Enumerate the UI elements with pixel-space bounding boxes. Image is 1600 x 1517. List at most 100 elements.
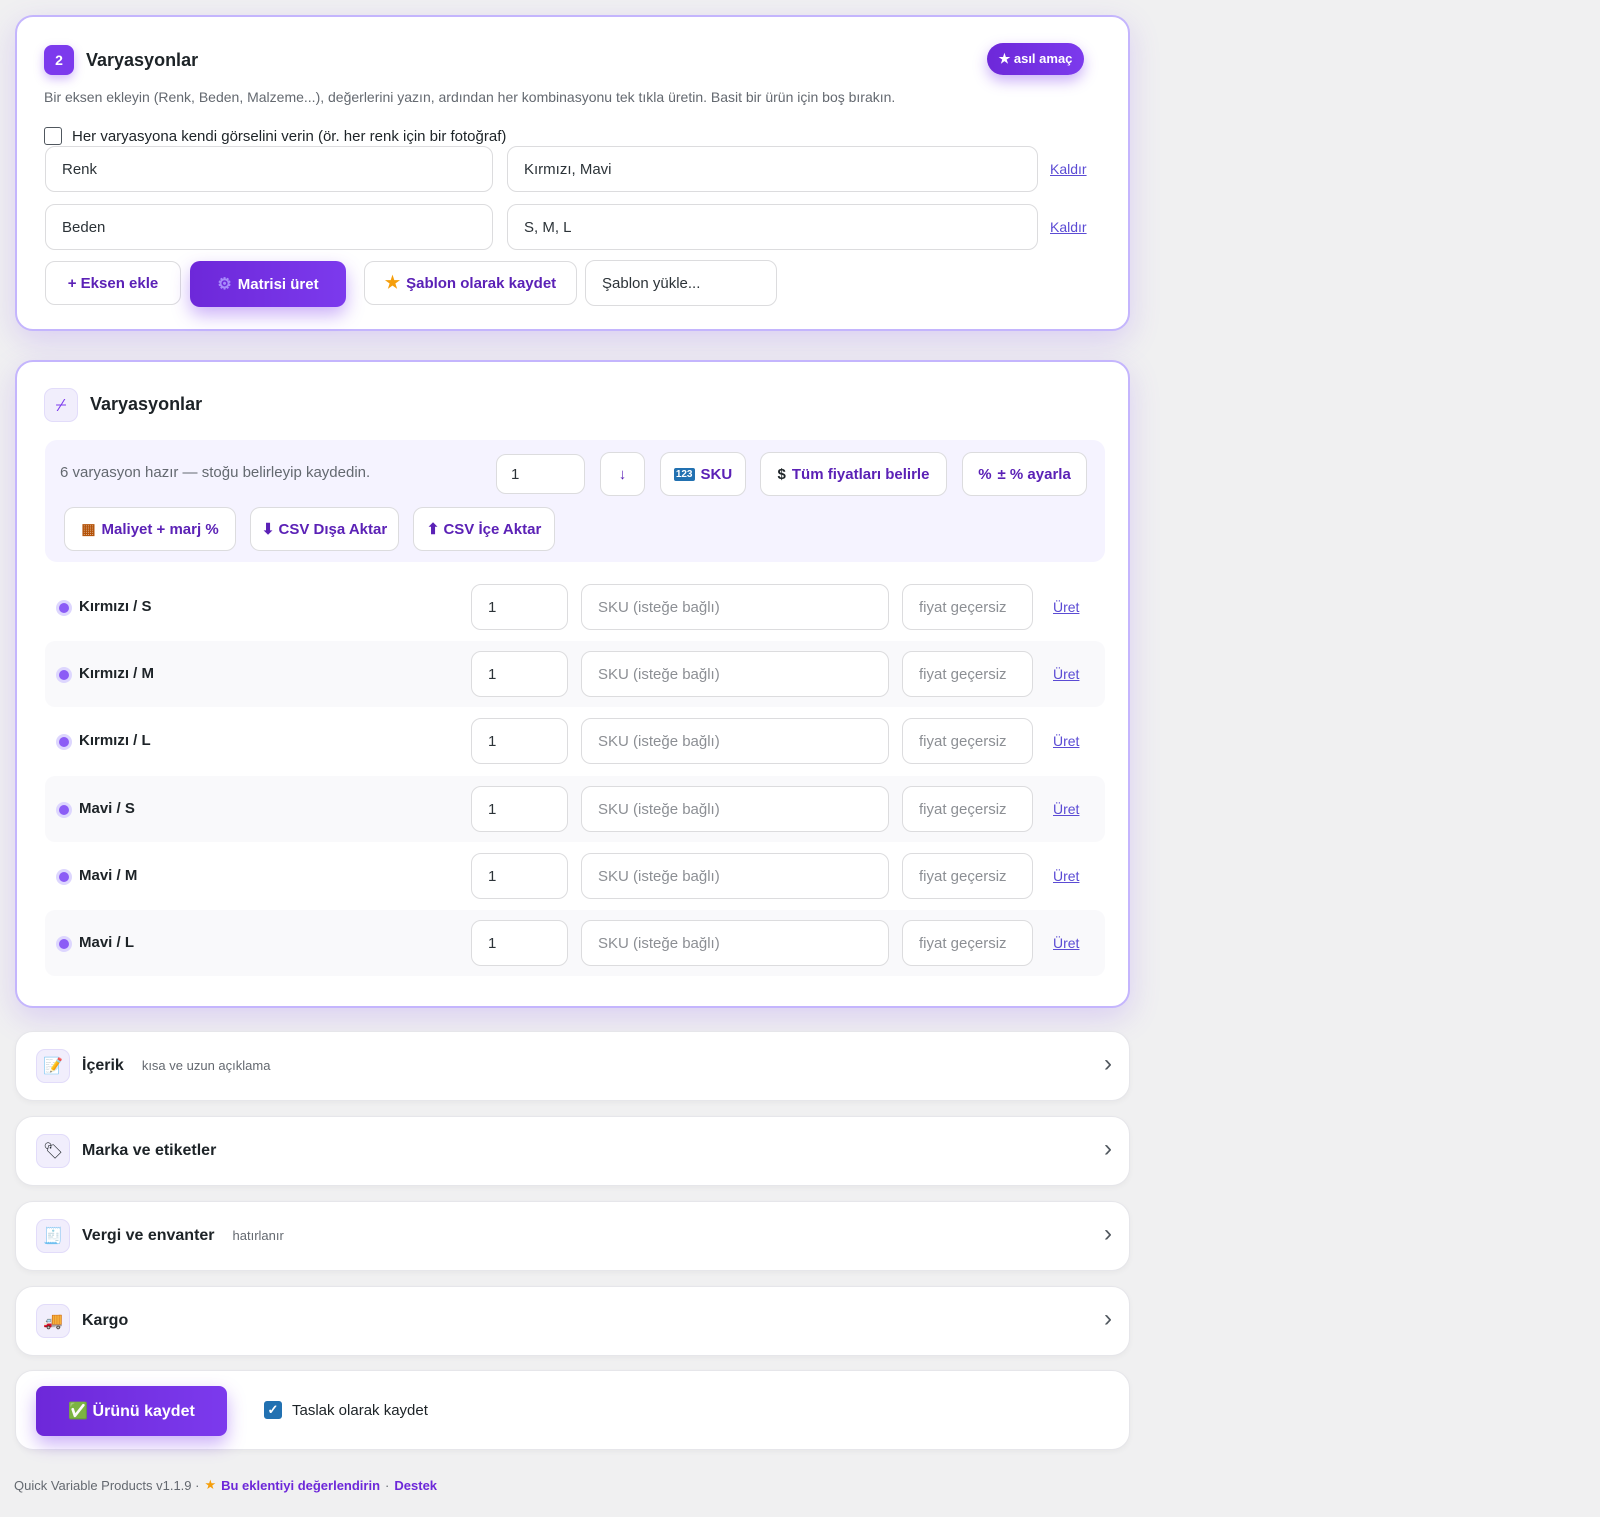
price-input[interactable]: fiyat geçersiz (902, 786, 1033, 832)
accordion-section[interactable]: 🏷 Marka ve etiketler › (15, 1116, 1130, 1186)
axis-name-input[interactable]: Beden (45, 204, 493, 250)
generate-sku-link[interactable]: Üret (1053, 868, 1079, 884)
section-heading: Vergi ve envanter hatırlanır (82, 1227, 284, 1245)
generate-matrix-label: Matrisi üret (237, 275, 319, 293)
load-template-select[interactable]: Şablon yükle... (585, 260, 777, 306)
price-input[interactable]: fiyat geçersiz (902, 920, 1033, 966)
percent-icon: % (978, 465, 992, 483)
cost-margin-button[interactable]: ▦ Maliyet + marj % (64, 507, 236, 551)
status-dot (59, 872, 69, 882)
sku-input[interactable]: SKU (isteğe bağlı) (581, 786, 889, 832)
set-all-prices-button[interactable]: $ Tüm fiyatları belirle (760, 452, 947, 496)
variation-label: Mavi / S (79, 800, 135, 817)
sku-input[interactable]: SKU (isteğe bağlı) (581, 853, 889, 899)
price-input[interactable]: fiyat geçersiz (902, 853, 1033, 899)
main-goal-badge: ★ asıl amaç (987, 43, 1084, 75)
variation-row: Mavi / L 1 SKU (isteğe bağlı) fiyat geçe… (45, 910, 1105, 976)
chevron-right-icon[interactable]: › (1104, 1305, 1112, 1333)
sku-input[interactable]: SKU (isteğe bağlı) (581, 718, 889, 764)
draft-checkbox[interactable]: ✓ (264, 1401, 282, 1419)
dollar-icon: $ (777, 465, 786, 483)
sku-input[interactable]: SKU (isteğe bağlı) (581, 920, 889, 966)
chevron-right-icon[interactable]: › (1104, 1050, 1112, 1078)
axes-card: 2 Varyasyonlar ★ asıl amaç Bir eksen ekl… (15, 15, 1130, 331)
remove-axis-link[interactable]: Kaldır (1050, 161, 1087, 177)
stock-input[interactable]: 1 (471, 718, 568, 764)
save-bar: ✅ Ürünü kaydet ✓ Taslak olarak kaydet (15, 1370, 1130, 1450)
draft-label: Taslak olarak kaydet (292, 1401, 428, 1419)
per-variation-image-checkbox[interactable] (44, 127, 62, 145)
receipt-icon: 🧾 (36, 1219, 70, 1253)
section-title: Vergi ve envanter (82, 1227, 215, 1244)
axis-values-input[interactable]: S, M, L (507, 204, 1038, 250)
gear-icon: ⚙ (217, 276, 232, 293)
sku-input[interactable]: SKU (isteğe bağlı) (581, 651, 889, 697)
variations-icon: ⌿ (44, 388, 78, 422)
variation-row: Kırmızı / M 1 SKU (isteğe bağlı) fiyat g… (45, 641, 1105, 707)
section-subtitle: kısa ve uzun açıklama (141, 1058, 271, 1073)
per-variation-image-label: Her varyasyona kendi görselini verin (ör… (72, 127, 507, 145)
chevron-right-icon[interactable]: › (1104, 1220, 1112, 1248)
memo-icon: 📝 (36, 1049, 70, 1083)
generate-sku-link[interactable]: Üret (1053, 935, 1079, 951)
stock-input[interactable]: 1 (471, 920, 568, 966)
accordion-section[interactable]: 🚚 Kargo › (15, 1286, 1130, 1356)
footer: Quick Variable Products v1.1.9 · ★ Bu ek… (14, 1477, 437, 1493)
stock-input[interactable]: 1 (471, 651, 568, 697)
csv-import-button[interactable]: ⬆ CSV İçe Aktar (413, 507, 555, 551)
sku-input[interactable]: SKU (isteğe bağlı) (581, 584, 889, 630)
price-input[interactable]: fiyat geçersiz (902, 584, 1033, 630)
add-axis-button[interactable]: + Eksen ekle (45, 261, 181, 305)
adjust-percent-button[interactable]: % ± % ayarla (962, 452, 1087, 496)
generate-sku-link[interactable]: Üret (1053, 599, 1079, 615)
variation-label: Kırmızı / M (79, 665, 155, 682)
support-link[interactable]: Destek (394, 1478, 437, 1493)
stock-input[interactable]: 1 (471, 584, 568, 630)
per-variation-image-option[interactable]: Her varyasyona kendi görselini verin (ör… (44, 127, 506, 145)
price-input[interactable]: fiyat geçersiz (902, 718, 1033, 764)
sku-button-label: SKU (700, 465, 733, 483)
step-number-badge: 2 (44, 45, 74, 75)
footer-separator: · (385, 1477, 390, 1493)
star-icon: ★ (384, 273, 401, 292)
generate-sku-link[interactable]: Üret (1053, 666, 1079, 682)
accordion-section[interactable]: 🧾 Vergi ve envanter hatırlanır › (15, 1201, 1130, 1271)
rate-plugin-link[interactable]: Bu eklentiyi değerlendirin (221, 1478, 380, 1493)
status-dot (59, 670, 69, 680)
truck-icon: 🚚 (36, 1304, 70, 1338)
status-dot (59, 805, 69, 815)
remove-axis-link[interactable]: Kaldır (1050, 219, 1087, 235)
generate-sku-link[interactable]: Üret (1053, 801, 1079, 817)
bulk-stock-input[interactable]: 1 (496, 454, 585, 494)
variation-label: Kırmızı / L (79, 732, 151, 749)
axis-values-input[interactable]: Kırmızı, Mavi (507, 146, 1038, 192)
axes-description: Bir eksen ekleyin (Renk, Beden, Malzeme.… (44, 89, 896, 105)
status-dot (59, 939, 69, 949)
tag-icon: 🏷 (36, 1134, 70, 1168)
variation-label: Mavi / L (79, 934, 135, 951)
section-heading: Marka ve etiketler (82, 1142, 216, 1160)
section-title: İçerik (82, 1057, 124, 1074)
sku-generate-button[interactable]: 123 SKU (660, 452, 746, 496)
save-product-button[interactable]: ✅ Ürünü kaydet (36, 1386, 227, 1436)
accordion-section[interactable]: 📝 İçerik kısa ve uzun açıklama › (15, 1031, 1130, 1101)
csv-export-button[interactable]: ⬇ CSV Dışa Aktar (250, 507, 399, 551)
variations-status-text: 6 varyasyon hazır — stoğu belirleyip kay… (60, 464, 371, 481)
apply-stock-down-button[interactable]: ↓ (600, 452, 645, 496)
draft-option[interactable]: ✓ Taslak olarak kaydet (264, 1401, 428, 1419)
section-heading: Kargo (82, 1312, 128, 1330)
chevron-right-icon[interactable]: › (1104, 1135, 1112, 1163)
axis-name-input[interactable]: Renk (45, 146, 493, 192)
section-subtitle: hatırlanır (232, 1228, 284, 1243)
cost-margin-label: Maliyet + marj % (101, 520, 219, 538)
generate-matrix-button[interactable]: ⚙ Matrisi üret (190, 261, 346, 307)
stock-input[interactable]: 1 (471, 786, 568, 832)
star-icon: ★ (204, 1477, 217, 1492)
generate-sku-link[interactable]: Üret (1053, 733, 1079, 749)
section-title: Marka ve etiketler (82, 1142, 217, 1159)
price-input[interactable]: fiyat geçersiz (902, 651, 1033, 697)
variation-label: Mavi / M (79, 867, 138, 884)
save-template-button[interactable]: ★ Şablon olarak kaydet (364, 261, 577, 305)
variation-row: Mavi / M 1 SKU (isteğe bağlı) fiyat geçe… (45, 843, 1105, 909)
stock-input[interactable]: 1 (471, 853, 568, 899)
